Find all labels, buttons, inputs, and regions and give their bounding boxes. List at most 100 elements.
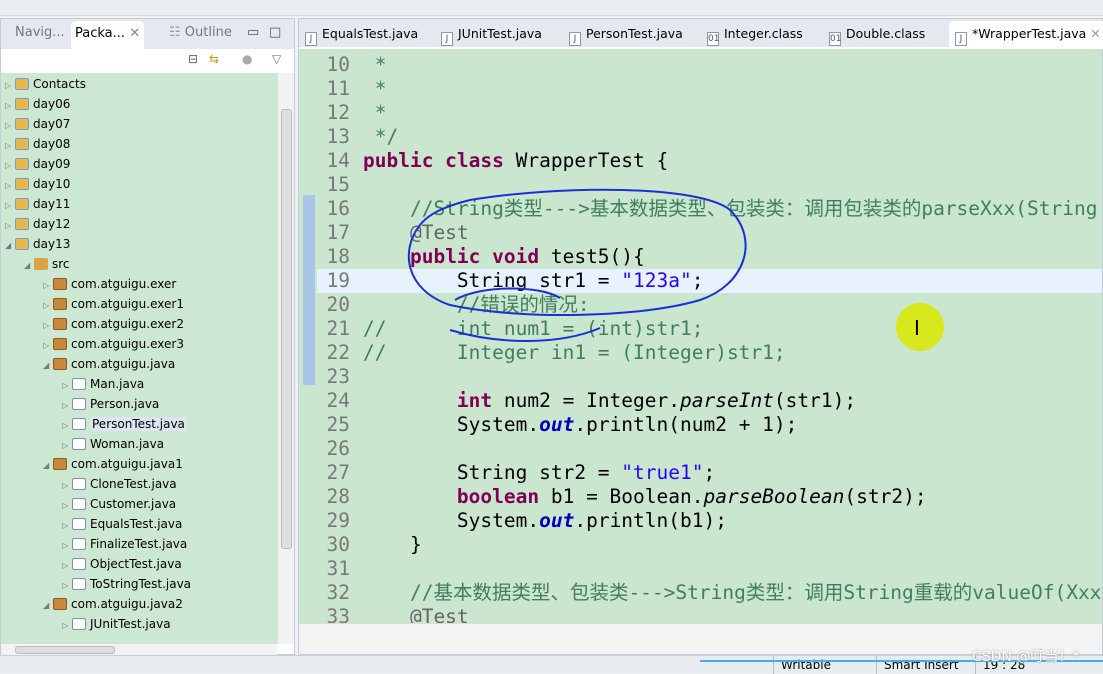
expand-toggle-icon[interactable]: ▷ — [5, 216, 15, 236]
tab-navigator[interactable]: Navig... — [15, 25, 65, 40]
code-line[interactable]: 29 System.out.println(b1); — [317, 509, 1102, 533]
code-line[interactable]: 14 public class WrapperTest { — [317, 149, 1102, 173]
expand-toggle-icon[interactable]: ▷ — [5, 176, 15, 196]
tree-item[interactable]: ◢ day13 — [5, 234, 70, 254]
expand-toggle-icon[interactable]: ▷ — [62, 416, 72, 436]
expand-toggle-icon[interactable]: ▷ — [62, 576, 72, 596]
expand-toggle-icon[interactable]: ◢ — [5, 236, 15, 256]
expand-toggle-icon[interactable]: ▷ — [5, 136, 15, 156]
close-icon[interactable]: ✕ — [129, 26, 140, 41]
code-line[interactable]: 20 //错误的情况: — [317, 293, 1102, 317]
tree-item[interactable]: ▷ com.atguigu.exer3 — [43, 334, 184, 354]
code-line[interactable]: 23 — [317, 365, 1102, 389]
expand-toggle-icon[interactable]: ▷ — [62, 396, 72, 416]
tree-item[interactable]: ▷ Man.java — [62, 374, 144, 394]
maximize-icon[interactable]: □ — [269, 25, 281, 40]
code-area[interactable]: 10 * 11 * 12 * 13 */14 public class WrapperT… — [317, 51, 1102, 623]
tree-item[interactable]: ▷ day11 — [5, 194, 70, 214]
editor-tab[interactable]: 01 Integer.class — [707, 26, 803, 46]
code-line[interactable]: 30 } — [317, 533, 1102, 557]
tree-item[interactable]: ▷ day08 — [5, 134, 70, 154]
link-with-editor-icon[interactable]: ⇆ — [209, 52, 219, 66]
tree-item[interactable]: ▷ day10 — [5, 174, 70, 194]
focus-icon[interactable]: ● — [242, 52, 252, 66]
code-line[interactable]: 12 * — [317, 101, 1102, 125]
code-line[interactable]: 17 @Test — [317, 221, 1102, 245]
tree-item[interactable]: ▷ ToStringTest.java — [62, 574, 191, 594]
tree-item[interactable]: ▷ EqualsTest.java — [62, 514, 182, 534]
expand-toggle-icon[interactable]: ▷ — [62, 476, 72, 496]
code-line[interactable]: 11 * — [317, 77, 1102, 101]
tree-item[interactable]: ▷ com.atguigu.exer2 — [43, 314, 184, 334]
expand-toggle-icon[interactable]: ◢ — [43, 356, 53, 376]
tree-item[interactable]: ▷ ObjectTest.java — [62, 554, 182, 574]
code-line[interactable]: 19 String str1 = "123a"; — [317, 269, 1102, 293]
expand-toggle-icon[interactable]: ▷ — [43, 276, 53, 296]
expand-toggle-icon[interactable]: ▷ — [62, 616, 72, 636]
tree-item[interactable]: ▷ Customer.java — [62, 494, 176, 514]
collapse-all-icon[interactable]: ⊟ — [188, 52, 198, 66]
expand-toggle-icon[interactable]: ▷ — [43, 296, 53, 316]
code-line[interactable]: 31 — [317, 557, 1102, 581]
expand-toggle-icon[interactable]: ◢ — [43, 596, 53, 616]
code-line[interactable]: 33 @Test — [317, 605, 1102, 623]
expand-toggle-icon[interactable]: ▷ — [62, 516, 72, 536]
expand-toggle-icon[interactable]: ▷ — [43, 316, 53, 336]
code-line[interactable]: 22 // Integer in1 = (Integer)str1; — [317, 341, 1102, 365]
tree-item[interactable]: ▷ day07 — [5, 114, 70, 134]
tab-package-explorer[interactable]: Packa... ✕ — [71, 21, 145, 49]
tree-item[interactable]: ▷ day09 — [5, 154, 70, 174]
code-line[interactable]: 28 boolean b1 = Boolean.parseBoolean(str… — [317, 485, 1102, 509]
view-menu-icon[interactable]: ▽ — [272, 52, 281, 66]
expand-toggle-icon[interactable]: ◢ — [24, 256, 34, 276]
tree-item[interactable]: ▷ day12 — [5, 214, 70, 234]
expand-toggle-icon[interactable]: ▷ — [62, 496, 72, 516]
expand-toggle-icon[interactable]: ▷ — [43, 336, 53, 356]
tree-vertical-scrollbar[interactable] — [277, 73, 294, 644]
tree-item[interactable]: ▷ JUnitTest.java — [62, 614, 171, 634]
tree-item[interactable]: ▷ Contacts — [5, 74, 86, 94]
code-line[interactable]: 16 //String类型--->基本数据类型、包装类：调用包装类的parseX… — [317, 197, 1102, 221]
minimize-icon[interactable]: ▭ — [247, 25, 259, 40]
code-line[interactable]: 25 System.out.println(num2 + 1); — [317, 413, 1102, 437]
editor-tab[interactable]: J *WrapperTest.java ✕ — [949, 21, 1103, 49]
editor-tab[interactable]: J EqualsTest.java — [305, 26, 418, 46]
expand-toggle-icon[interactable]: ▷ — [5, 76, 15, 96]
code-line[interactable]: 32 //基本数据类型、包装类--->String类型：调用String重载的v… — [317, 581, 1102, 605]
code-line[interactable]: 18 public void test5(){ — [317, 245, 1102, 269]
code-line[interactable]: 24 int num2 = Integer.parseInt(str1); — [317, 389, 1102, 413]
expand-toggle-icon[interactable]: ◢ — [43, 456, 53, 476]
code-line[interactable]: 13 */ — [317, 125, 1102, 149]
tab-outline[interactable]: ☷ Outline — [169, 25, 232, 40]
expand-toggle-icon[interactable]: ▷ — [62, 436, 72, 456]
scroll-thumb[interactable] — [15, 646, 115, 654]
expand-toggle-icon[interactable]: ▷ — [62, 376, 72, 396]
tree-item[interactable]: ▷ FinalizeTest.java — [62, 534, 187, 554]
editor-tab[interactable]: J JUnitTest.java — [441, 26, 542, 46]
code-line[interactable]: 15 — [317, 173, 1102, 197]
editor-tab[interactable]: 01 Double.class — [829, 26, 925, 46]
expand-toggle-icon[interactable]: ▷ — [5, 196, 15, 216]
expand-toggle-icon[interactable]: ▷ — [62, 556, 72, 576]
tree-item[interactable]: ◢ com.atguigu.java1 — [43, 454, 183, 474]
tree-item[interactable]: ▷ com.atguigu.exer — [43, 274, 176, 294]
close-icon[interactable]: ✕ — [1086, 26, 1100, 41]
tree-item[interactable]: ◢ com.atguigu.java2 — [43, 594, 183, 614]
expand-toggle-icon[interactable]: ▷ — [5, 156, 15, 176]
code-line[interactable]: 10 * — [317, 53, 1102, 77]
tree-item[interactable]: ▷ PersonTest.java — [62, 414, 187, 434]
tree-item[interactable]: ▷ Person.java — [62, 394, 159, 414]
expand-toggle-icon[interactable]: ▷ — [5, 96, 15, 116]
code-line[interactable]: 26 — [317, 437, 1102, 461]
scroll-thumb[interactable] — [281, 109, 292, 549]
tree-item[interactable]: ▷ Woman.java — [62, 434, 164, 454]
tree-item[interactable]: ◢ src — [24, 254, 70, 274]
code-line[interactable]: 27 String str2 = "true1"; — [317, 461, 1102, 485]
code-line[interactable]: 21 // int num1 = (int)str1; — [317, 317, 1102, 341]
tree-item[interactable]: ▷ com.atguigu.exer1 — [43, 294, 184, 314]
tree-item[interactable]: ◢ com.atguigu.java — [43, 354, 175, 374]
expand-toggle-icon[interactable]: ▷ — [62, 536, 72, 556]
expand-toggle-icon[interactable]: ▷ — [5, 116, 15, 136]
tree-item[interactable]: ▷ CloneTest.java — [62, 474, 177, 494]
tree-item[interactable]: ▷ day06 — [5, 94, 70, 114]
